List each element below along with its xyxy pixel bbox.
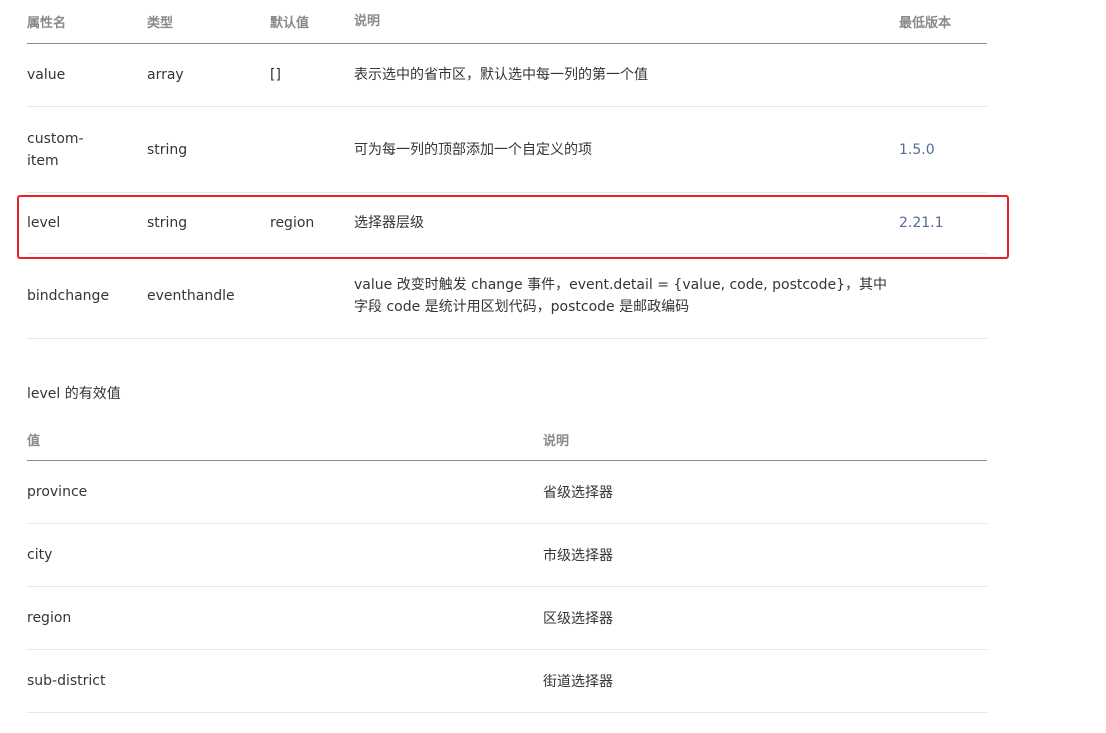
header-default: 默认值: [270, 16, 310, 31]
attr-type: array: [147, 67, 184, 83]
attributes-table: 属性名 类型 默认值 说明 最低版本 value array [] 表示选中的省…: [27, 0, 987, 339]
attr-type: string: [147, 215, 188, 231]
table-row: sub-district 街道选择器: [27, 650, 987, 713]
attr-type: eventhandle: [147, 288, 235, 304]
header-version: 最低版本: [899, 16, 952, 31]
header-type: 类型: [147, 16, 174, 31]
level-value: city: [27, 547, 53, 563]
attr-desc: 选择器层级: [354, 215, 424, 231]
attr-desc: 表示选中的省市区，默认选中每一列的第一个值: [354, 67, 648, 83]
attr-type: string: [147, 141, 188, 158]
level-value: region: [27, 610, 72, 626]
attr-desc: value 改变时触发 change 事件，event.detail = {va…: [354, 277, 888, 315]
table-row: custom-item string 可为每一列的顶部添加一个自定义的项 1.5…: [27, 107, 987, 193]
header-desc: 说明: [354, 13, 381, 29]
attributes-table-header: 属性名 类型 默认值 说明 最低版本: [27, 0, 987, 44]
level-desc: 街道选择器: [543, 674, 613, 690]
level-value: province: [27, 484, 88, 500]
header-value: 值: [27, 433, 41, 449]
attr-name: level: [27, 215, 61, 231]
table-row: province 省级选择器: [27, 461, 987, 524]
table-row: city 市级选择器: [27, 524, 987, 587]
level-desc: 市级选择器: [543, 548, 613, 564]
table-row: value array [] 表示选中的省市区，默认选中每一列的第一个值: [27, 44, 987, 107]
level-desc: 省级选择器: [543, 485, 613, 501]
attr-desc: 可为每一列的顶部添加一个自定义的项: [354, 141, 592, 158]
attr-version: 2.21.1: [899, 215, 944, 231]
level-desc: 区级选择器: [543, 611, 613, 627]
header-desc: 说明: [543, 433, 570, 449]
attr-name: bindchange: [27, 288, 110, 304]
attr-default: region: [270, 215, 315, 231]
level-value: sub-district: [27, 673, 106, 689]
header-name: 属性名: [27, 16, 67, 31]
level-section-title: level 的有效值: [27, 386, 121, 402]
level-values-table: 值 说明 province 省级选择器 city 市级选择器 region 区级…: [27, 418, 987, 713]
attr-name: value: [27, 67, 66, 83]
attr-name: custom-item: [27, 130, 84, 169]
table-row: level string region 选择器层级 2.21.1: [27, 193, 987, 254]
table-row: bindchange eventhandle value 改变时触发 chang…: [27, 254, 987, 339]
api-doc-page: 属性名 类型 默认值 说明 最低版本 value array [] 表示选中的省…: [0, 0, 1106, 733]
table-row: region 区级选择器: [27, 587, 987, 650]
attr-default: []: [270, 67, 281, 83]
level-values-header: 值 说明: [27, 418, 987, 461]
attr-version: 1.5.0: [899, 141, 935, 158]
